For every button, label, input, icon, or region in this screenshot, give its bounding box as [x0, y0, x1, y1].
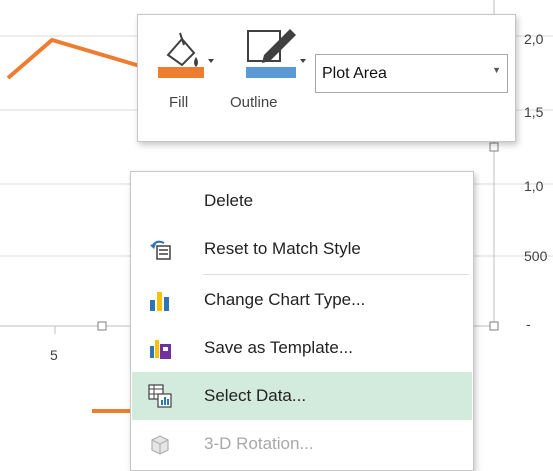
- menu-item-label: Change Chart Type...: [204, 290, 366, 309]
- menu-item-select-data[interactable]: Select Data...: [132, 372, 472, 420]
- select-data-icon: [148, 384, 172, 408]
- menu-item-change-chart-type[interactable]: Change Chart Type...: [132, 276, 472, 324]
- paint-bucket-icon: [158, 32, 214, 78]
- template-icon: [150, 340, 171, 359]
- selection-handle: [489, 321, 499, 331]
- reset-style-icon: [150, 240, 171, 260]
- chevron-down-icon[interactable]: ▼: [492, 65, 501, 75]
- fill-label: Fill: [169, 94, 189, 111]
- menu-item-save-as-template[interactable]: Save as Template...: [132, 324, 472, 372]
- outline-button[interactable]: [244, 25, 308, 93]
- menu-item-delete[interactable]: Delete: [132, 177, 472, 225]
- series-line: [6, 37, 141, 80]
- axis-label-1000: 1,0: [524, 178, 544, 194]
- pen-outline-icon: [246, 29, 306, 78]
- menu-item-reset-style[interactable]: Reset to Match Style: [132, 225, 472, 273]
- context-menu: Delete Reset to Match Style Change Chart…: [130, 171, 474, 471]
- fill-button[interactable]: [156, 25, 216, 93]
- chart-element-select[interactable]: Plot Area ▼: [315, 54, 508, 93]
- menu-separator: [203, 274, 469, 275]
- axis-label-2000: 2,0: [524, 31, 544, 47]
- cube-icon: [151, 435, 169, 455]
- format-mini-toolbar: Fill Outline Plot Area ▼: [137, 14, 516, 142]
- menu-item-label: Select Data...: [204, 386, 307, 405]
- menu-item-label: Save as Template...: [204, 338, 353, 357]
- chart-element-value: Plot Area: [322, 65, 387, 82]
- outline-label: Outline: [230, 94, 278, 111]
- axis-label-1500: 1,5: [524, 104, 544, 120]
- bar-chart-icon: [150, 292, 169, 311]
- x-axis-label: 5: [50, 347, 58, 363]
- menu-item-label: Reset to Match Style: [204, 239, 361, 258]
- selection-handle: [97, 321, 107, 331]
- menu-item-3d-rotation: 3-D Rotation...: [132, 420, 472, 468]
- menu-item-label: 3-D Rotation...: [204, 434, 314, 453]
- axis-label-500: 500: [524, 248, 548, 264]
- axis-label-zero: -: [526, 316, 531, 332]
- selection-handle: [489, 142, 499, 152]
- menu-item-label: Delete: [204, 191, 254, 210]
